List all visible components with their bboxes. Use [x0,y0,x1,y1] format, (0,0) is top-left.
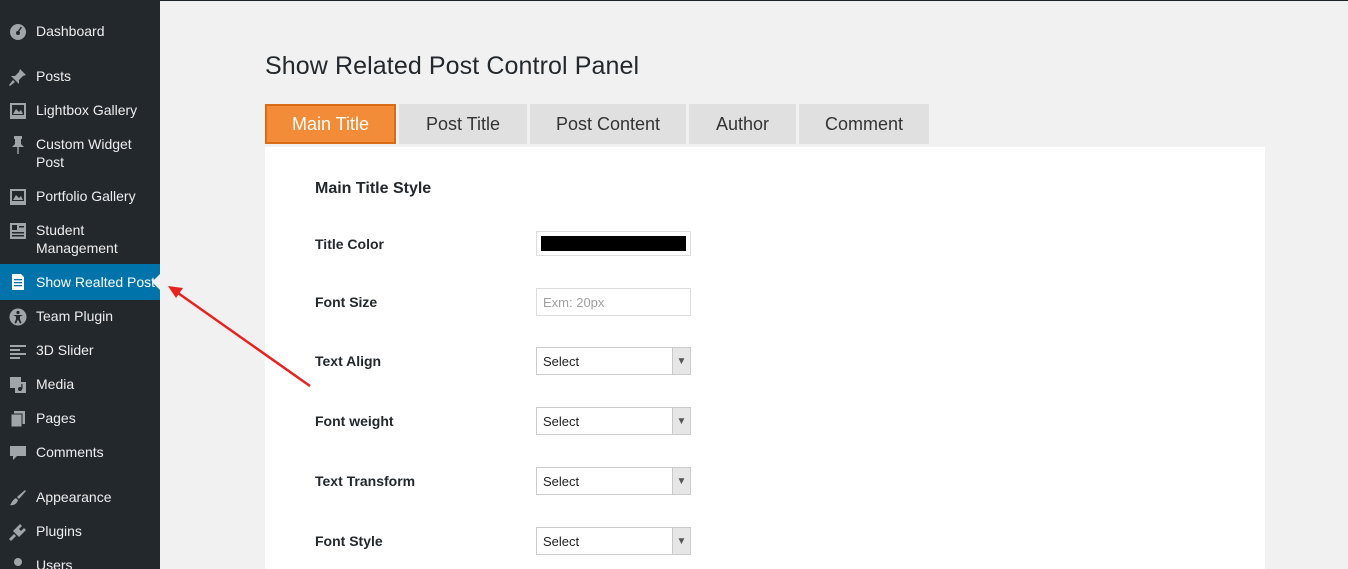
text-align-label: Text Align [315,353,382,369]
sidebar-item-comments[interactable]: Comments [0,443,160,461]
sidebar-item-label: Appearance [36,489,112,505]
chevron-down-icon: ▼ [672,468,690,494]
plug-icon [8,523,28,541]
tab-bar: Main Title Post Title Post Content Autho… [265,104,932,144]
comment-icon [8,444,28,462]
chevron-down-icon: ▼ [672,528,690,554]
sidebar-item-label: Users [36,557,73,569]
chevron-down-icon: ▼ [672,408,690,434]
text-transform-label: Text Transform [315,473,416,489]
top-border [160,0,1348,1]
sidebar-item-label: Lightbox Gallery [36,102,138,118]
sidebar-item-label: Comments [36,444,104,460]
sidebar-item-dashboard[interactable]: Dashboard [0,22,160,40]
pages-icon [8,410,28,428]
font-size-label: Font Size [315,294,378,310]
id-card-icon [8,222,28,240]
select-value: Select [543,533,580,549]
settings-panel: Main Title Style Title Color Font Size T… [265,147,1265,569]
document-icon [8,273,28,291]
dashboard-icon [8,23,28,41]
sidebar-item-label: Posts [36,68,72,84]
text-transform-select[interactable]: Select ▼ [536,467,691,495]
accessibility-icon [8,308,28,326]
media-icon [8,376,28,394]
tab-comment[interactable]: Comment [799,104,929,144]
sidebar-item-posts[interactable]: Posts [0,67,160,86]
page-title: Show Related Post Control Panel [265,52,640,80]
pushpin-icon [8,68,28,86]
sidebar-item-show-realted-post[interactable]: Show Realted Post [0,264,160,300]
gallery-icon [8,188,28,206]
sidebar-item-lightbox-gallery[interactable]: Lightbox Gallery [0,101,160,119]
tab-main-title[interactable]: Main Title [265,104,396,144]
admin-sidebar: Dashboard Posts Lightbox Gallery Custom … [0,0,160,569]
user-icon [8,557,28,569]
sidebar-item-label: Show Realted Post [36,274,156,290]
sidebar-item-portfolio-gallery[interactable]: Portfolio Gallery [0,187,160,205]
tab-post-content[interactable]: Post Content [530,104,686,144]
sidebar-item-custom-widget-post[interactable]: Custom Widget Post [0,135,160,171]
font-style-select[interactable]: Select ▼ [536,527,691,555]
sidebar-item-media[interactable]: Media [0,375,160,393]
sidebar-item-label: Plugins [36,523,82,539]
tab-post-title[interactable]: Post Title [399,104,527,144]
gallery-icon [8,102,28,120]
pin-icon [8,136,28,154]
sidebar-item-team-plugin[interactable]: Team Plugin [0,307,160,326]
section-title: Main Title Style [315,180,432,197]
sidebar-item-3d-slider[interactable]: 3D Slider [0,341,160,359]
sidebar-item-label: Custom Widget Post [36,136,132,170]
select-value: Select [543,353,580,369]
sidebar-item-label: Team Plugin [36,308,114,324]
sidebar-item-label: Pages [36,410,76,426]
font-size-input[interactable] [536,288,691,316]
sidebar-item-student-management[interactable]: Student Management [0,221,160,257]
sidebar-item-users[interactable]: Users [0,556,160,569]
tab-author[interactable]: Author [689,104,796,144]
chevron-down-icon: ▼ [672,348,690,374]
font-weight-label: Font weight [315,413,394,429]
title-color-picker[interactable] [536,231,691,256]
sidebar-item-label: Student Management [36,222,118,256]
select-value: Select [543,413,580,429]
sidebar-item-pages[interactable]: Pages [0,409,160,428]
sidebar-item-label: Dashboard [36,23,105,39]
color-swatch [541,236,686,251]
sidebar-item-label: 3D Slider [36,342,94,358]
title-color-label: Title Color [315,236,384,252]
paintbrush-icon [8,489,28,507]
sidebar-item-plugins[interactable]: Plugins [0,522,160,541]
sidebar-item-label: Portfolio Gallery [36,188,136,204]
font-weight-select[interactable]: Select ▼ [536,407,691,435]
list-icon [8,342,28,360]
font-style-label: Font Style [315,533,383,549]
sidebar-item-appearance[interactable]: Appearance [0,488,160,506]
text-align-select[interactable]: Select ▼ [536,347,691,375]
sidebar-item-label: Media [36,376,75,392]
select-value: Select [543,473,580,489]
